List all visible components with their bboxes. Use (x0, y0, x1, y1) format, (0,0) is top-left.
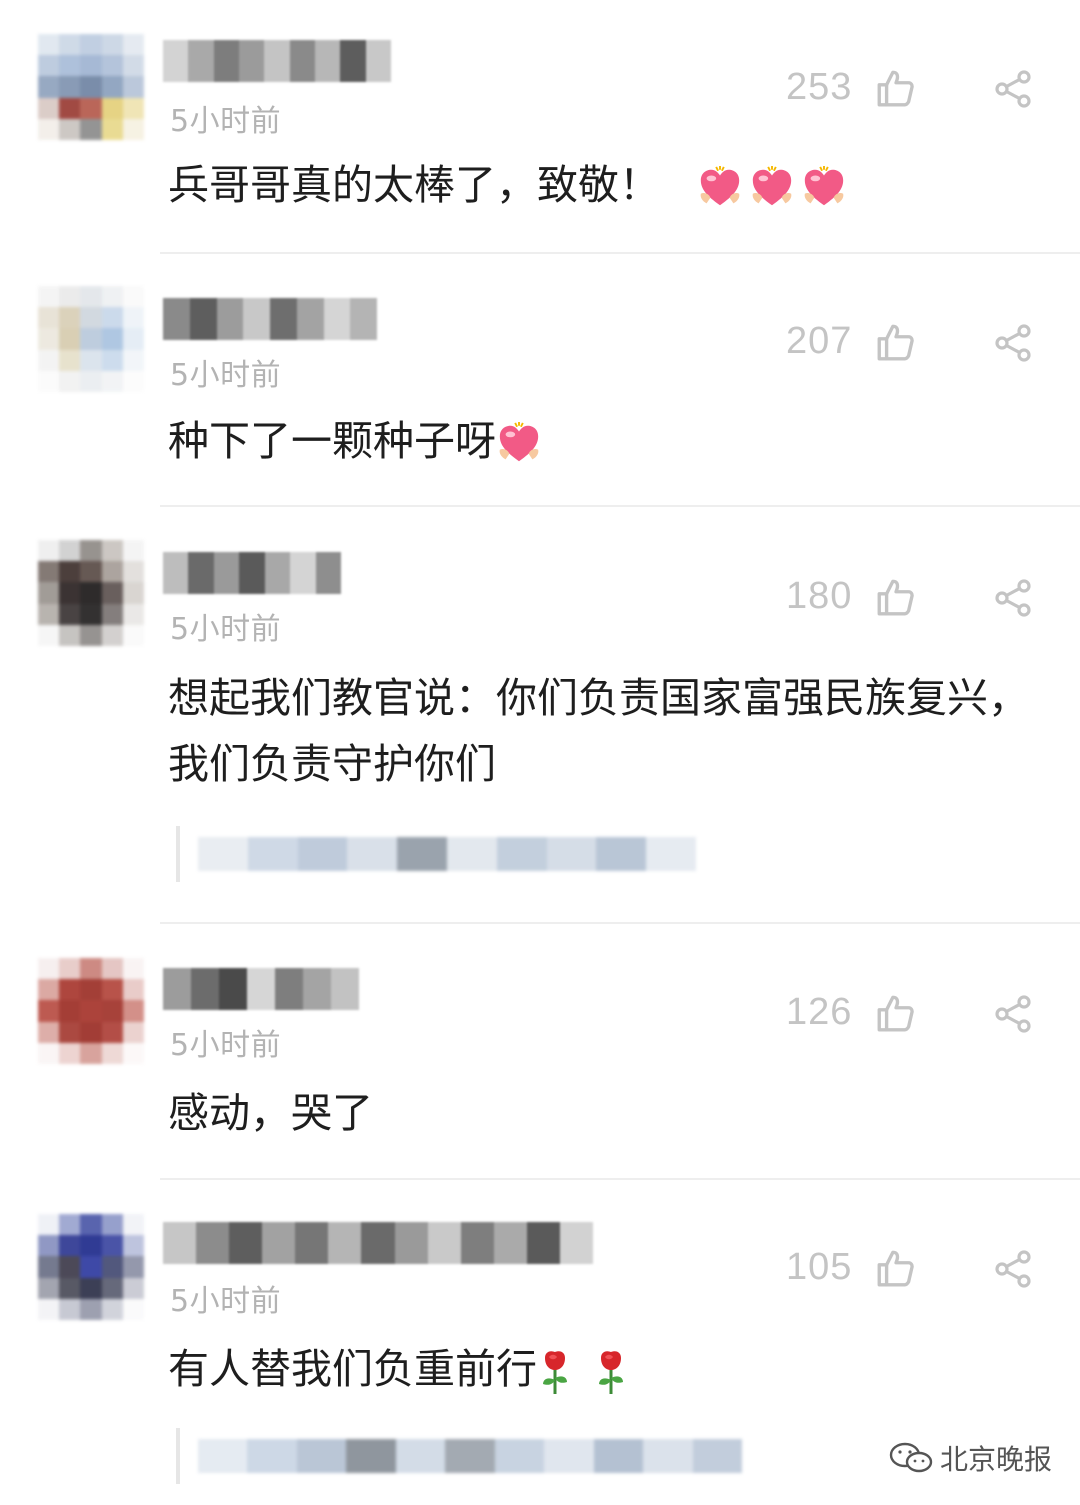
thumbs-up-icon[interactable] (874, 576, 916, 618)
username-blurred[interactable] (163, 298, 377, 340)
username-blurred[interactable] (163, 552, 341, 594)
comment-text-content: 种下了一颗种子呀 (168, 417, 496, 465)
share-icon[interactable] (994, 323, 1034, 363)
like-count: 126 (786, 991, 853, 1033)
comment-time: 5小时前 (170, 104, 282, 139)
divider (160, 922, 1080, 924)
avatar[interactable] (38, 286, 144, 392)
avatar[interactable] (38, 34, 144, 140)
share-icon[interactable] (994, 994, 1034, 1034)
divider (160, 505, 1080, 507)
wechat-icon (889, 1442, 933, 1473)
heart-hug-emoji (804, 165, 844, 206)
comment-text-content: 有人替我们负重前行 (168, 1345, 537, 1393)
comment-time: 5小时前 (170, 612, 282, 647)
username-blurred[interactable] (163, 1222, 594, 1264)
share-icon[interactable] (994, 69, 1034, 109)
rose-emoji (543, 1351, 567, 1394)
comment-time: 5小时前 (170, 1028, 282, 1063)
like-count: 253 (786, 66, 853, 108)
avatar[interactable] (38, 1214, 144, 1320)
thumbs-up-icon[interactable] (874, 1247, 916, 1289)
comment-text: 有人替我们负重前行 (168, 1336, 1048, 1402)
comment-time: 5小时前 (170, 1284, 282, 1319)
comment-text: 感动，哭了 (168, 1089, 373, 1137)
heart-hug-emoji (700, 165, 740, 206)
reply-preview-blurred[interactable] (176, 826, 696, 882)
like-count: 207 (786, 320, 853, 362)
avatar[interactable] (38, 958, 144, 1064)
thumbs-up-icon[interactable] (874, 67, 916, 109)
avatar[interactable] (38, 540, 144, 646)
share-icon[interactable] (994, 578, 1034, 618)
username-blurred[interactable] (163, 40, 391, 82)
username-blurred[interactable] (163, 968, 359, 1010)
comment-text: 种下了一颗种子呀 (168, 408, 1048, 474)
comment-text-content: 兵哥哥真的太棒了，致敬！ (168, 161, 660, 209)
comment-time: 5小时前 (170, 358, 282, 393)
watermark-label: 北京晚报 (940, 1443, 1053, 1476)
share-icon[interactable] (994, 1249, 1034, 1289)
like-count: 180 (786, 575, 853, 617)
like-count: 105 (786, 1246, 853, 1288)
divider (160, 1178, 1080, 1180)
comment-text: 兵哥哥真的太棒了，致敬！ (168, 152, 1048, 218)
divider (160, 252, 1080, 254)
heart-hug-emoji (499, 421, 539, 462)
thumbs-up-icon[interactable] (874, 992, 916, 1034)
thumbs-up-icon[interactable] (874, 321, 916, 363)
rose-emoji (599, 1351, 623, 1394)
comment-text: 想起我们教官说：你们负责国家富强民族复兴，我们负责守护你们 (168, 674, 1029, 788)
watermark: 北京晚报 (888, 1436, 1052, 1480)
heart-hug-emoji (752, 165, 792, 206)
reply-preview-blurred[interactable] (176, 1428, 742, 1484)
